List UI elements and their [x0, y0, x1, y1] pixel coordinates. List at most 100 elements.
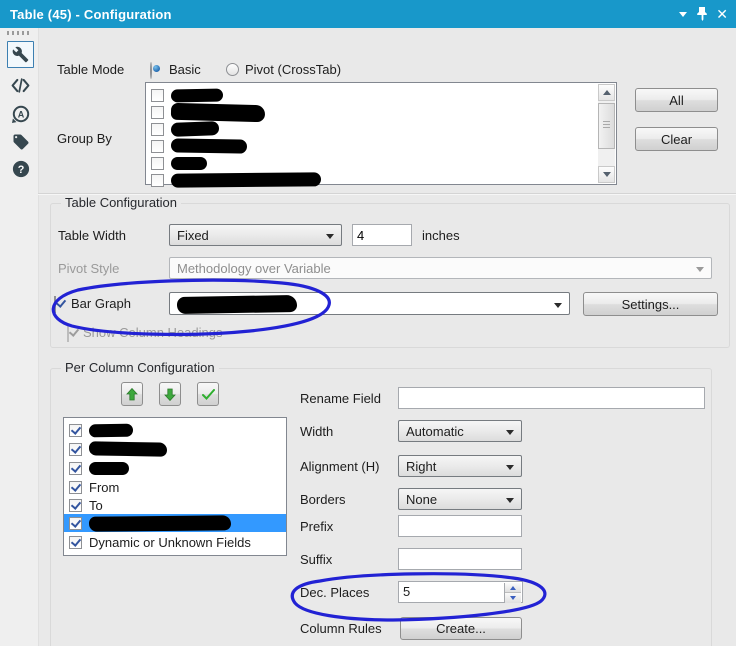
titlebar: Table (45) - Configuration ✕ — [0, 0, 736, 28]
clear-button[interactable]: Clear — [635, 127, 718, 151]
section-divider — [38, 193, 736, 194]
list-item[interactable]: To — [64, 496, 286, 514]
panel-title: Table (45) - Configuration — [10, 6, 172, 22]
suffix-input[interactable] — [398, 548, 522, 570]
item-checkbox[interactable] — [69, 498, 82, 512]
group-by-scrollbar[interactable] — [598, 84, 615, 183]
item-label: From — [89, 479, 120, 495]
redacted-value — [170, 121, 220, 137]
spin-down-button[interactable] — [505, 593, 521, 603]
list-item[interactable] — [146, 120, 616, 138]
scroll-thumb[interactable] — [598, 103, 615, 149]
table-mode-label: Table Mode — [57, 62, 125, 77]
item-checkbox[interactable] — [151, 122, 164, 136]
redacted-value — [170, 138, 248, 154]
redacted-value — [171, 156, 207, 170]
suffix-label: Suffix — [300, 552, 333, 567]
item-label: Dynamic or Unknown Fields — [89, 534, 251, 550]
dec-places-label: Dec. Places — [300, 585, 370, 600]
item-checkbox[interactable] — [69, 480, 82, 494]
chevron-down-icon — [554, 303, 562, 308]
close-icon[interactable]: ✕ — [716, 7, 728, 21]
item-checkbox[interactable] — [151, 156, 164, 170]
bar-graph-checkbox[interactable] — [54, 296, 56, 313]
table-width-label: Table Width — [58, 228, 126, 243]
item-checkbox[interactable] — [69, 535, 82, 549]
annotation-icon[interactable]: A — [7, 100, 34, 127]
item-checkbox[interactable] — [151, 139, 164, 153]
check-icon — [201, 388, 215, 400]
chevron-down-icon — [506, 430, 514, 435]
radio-pivot-crosstab-label: Pivot (CrossTab) — [245, 62, 342, 77]
alignment-select[interactable]: Right — [398, 455, 522, 477]
list-item[interactable]: Dynamic or Unknown Fields — [64, 533, 286, 551]
prefix-input[interactable] — [398, 515, 522, 537]
list-item[interactable] — [64, 459, 286, 477]
redacted-value — [176, 294, 298, 315]
item-checkbox[interactable] — [69, 442, 82, 456]
redacted-value — [88, 514, 232, 532]
alignment-label: Alignment (H) — [300, 459, 380, 474]
item-checkbox[interactable] — [151, 105, 164, 119]
chevron-down-icon — [506, 465, 514, 470]
help-icon[interactable]: ? — [7, 155, 34, 182]
rename-field-input[interactable] — [398, 387, 705, 409]
chevron-down-icon — [696, 267, 704, 272]
list-item[interactable] — [146, 154, 616, 172]
item-checkbox[interactable] — [69, 516, 82, 530]
list-item[interactable] — [146, 171, 616, 189]
create-button[interactable]: Create... — [400, 617, 522, 640]
redacted-value — [170, 172, 322, 188]
redacted-value — [88, 423, 134, 437]
rename-field-label: Rename Field — [300, 391, 381, 406]
bar-graph-label: Bar Graph — [71, 296, 131, 311]
width-select[interactable]: Automatic — [398, 420, 522, 442]
configuration-wrench-icon[interactable] — [7, 41, 34, 68]
table-width-inches-input[interactable] — [352, 224, 412, 246]
column-list[interactable]: From To Dynamic or Unknown Fields — [63, 417, 287, 556]
redacted-value — [89, 461, 129, 475]
list-item[interactable] — [146, 102, 616, 122]
redacted-value — [88, 441, 168, 457]
collapse-caret-icon[interactable] — [679, 11, 688, 17]
tag-icon[interactable] — [7, 128, 34, 155]
bar-graph-select[interactable] — [169, 292, 570, 315]
move-down-button[interactable] — [159, 382, 181, 406]
radio-basic[interactable] — [150, 62, 152, 79]
table-configuration-title: Table Configuration — [61, 195, 182, 210]
group-by-label: Group By — [57, 131, 112, 146]
panel-grip[interactable] — [7, 31, 31, 35]
group-by-list[interactable] — [145, 82, 617, 188]
spin-up-button[interactable] — [505, 583, 521, 593]
code-icon[interactable] — [7, 72, 34, 99]
item-checkbox[interactable] — [69, 423, 82, 437]
settings-button[interactable]: Settings... — [583, 292, 718, 316]
width-label: Width — [300, 424, 334, 439]
radio-pivot-crosstab[interactable] — [226, 63, 239, 76]
all-button[interactable]: All — [635, 88, 718, 112]
list-item-selected[interactable] — [64, 514, 286, 532]
list-item[interactable] — [64, 440, 286, 458]
prefix-label: Prefix — [300, 519, 334, 534]
borders-select[interactable]: None — [398, 488, 522, 510]
item-label: To — [89, 497, 103, 513]
scroll-down-button[interactable] — [598, 166, 615, 183]
list-item[interactable] — [146, 137, 616, 155]
dec-places-stepper[interactable]: 5 — [398, 581, 523, 603]
apply-check-button[interactable] — [197, 382, 219, 406]
list-item[interactable]: From — [64, 478, 286, 496]
dec-places-value: 5 — [403, 584, 411, 599]
item-checkbox[interactable] — [151, 88, 164, 102]
pin-icon[interactable] — [696, 7, 708, 21]
configuration-panel: Table (45) - Configuration ✕ A ? Table M… — [0, 0, 736, 646]
redacted-value — [170, 88, 224, 102]
item-checkbox[interactable] — [69, 461, 82, 475]
item-checkbox[interactable] — [151, 173, 164, 187]
scroll-up-button[interactable] — [598, 84, 615, 101]
table-width-select[interactable]: Fixed — [169, 224, 342, 246]
show-column-headings-label: Show Column Headings — [83, 325, 223, 340]
list-item[interactable] — [146, 86, 616, 104]
move-up-button[interactable] — [121, 382, 143, 406]
chevron-down-icon — [326, 234, 334, 239]
list-item[interactable] — [64, 421, 286, 439]
